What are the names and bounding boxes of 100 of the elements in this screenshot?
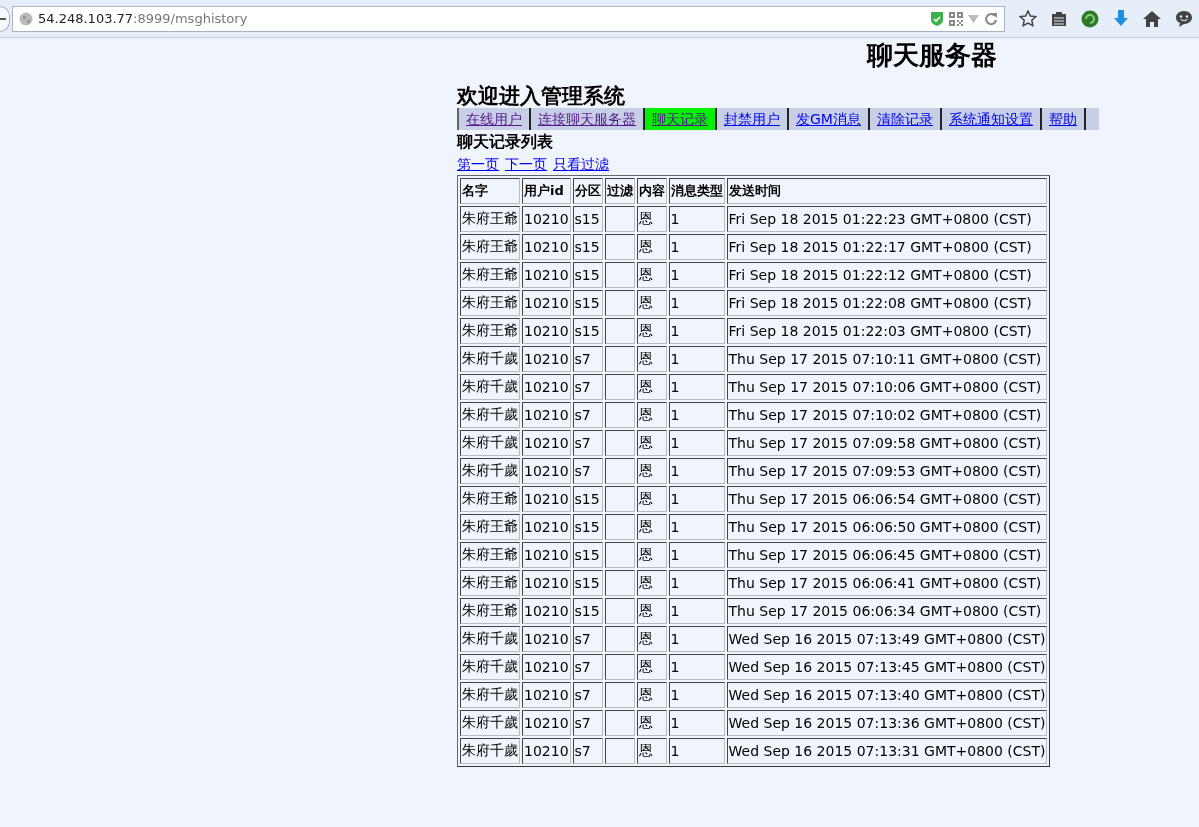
table-cell: 恩 (636, 374, 667, 400)
table-cell: 恩 (636, 626, 667, 652)
download-icon[interactable] (1113, 10, 1129, 27)
home-icon[interactable] (1143, 10, 1161, 27)
table-cell: 10210 (522, 206, 571, 232)
table-cell: 10210 (522, 430, 571, 456)
table-cell: 1 (668, 654, 725, 680)
nav-tab[interactable]: 发GM消息 (787, 108, 868, 130)
table-cell: 恩 (636, 458, 667, 484)
table-cell: Fri Sep 18 2015 01:22:23 GMT+0800 (CST) (726, 206, 1048, 232)
nav-tab[interactable]: 帮助 (1039, 108, 1084, 130)
table-cell: 恩 (636, 206, 667, 232)
table-cell: Fri Sep 18 2015 01:22:12 GMT+0800 (CST) (726, 262, 1048, 288)
table-cell: 恩 (636, 346, 667, 372)
table-cell: 朱府千歲 (460, 738, 520, 764)
table-cell: 1 (668, 318, 725, 344)
table-cell: s15 (572, 570, 603, 596)
table-cell: Thu Sep 17 2015 07:10:11 GMT+0800 (CST) (726, 346, 1048, 372)
table-cell: 朱府千歲 (460, 654, 520, 680)
table-cell: 朱府王爺 (460, 486, 520, 512)
table-cell: 朱府千歲 (460, 458, 520, 484)
nav-tab[interactable]: 封禁用户 (715, 108, 787, 130)
table-cell: 恩 (636, 738, 667, 764)
table-cell: 1 (668, 458, 725, 484)
table-cell: 1 (668, 626, 725, 652)
reading-list-icon[interactable] (1051, 10, 1067, 27)
table-cell: 朱府千歲 (460, 626, 520, 652)
table-cell: 朱府王爺 (460, 290, 520, 316)
globe-icon (19, 11, 33, 26)
table-cell: Wed Sep 16 2015 07:13:31 GMT+0800 (CST) (726, 738, 1048, 764)
nav-tab[interactable]: 在线用户 (457, 108, 529, 130)
table-cell: Wed Sep 16 2015 07:13:45 GMT+0800 (CST) (726, 654, 1048, 680)
table-cell: Thu Sep 17 2015 06:06:45 GMT+0800 (CST) (726, 542, 1048, 568)
nav-tab[interactable]: 清除记录 (867, 108, 940, 130)
table-cell: s15 (572, 318, 603, 344)
table-cell: s15 (572, 234, 603, 260)
table-cell: 朱府千歲 (460, 682, 520, 708)
table-cell: s7 (572, 682, 603, 708)
column-header: 用户id (522, 178, 571, 204)
table-cell: s7 (572, 738, 603, 764)
qr-code-icon[interactable] (949, 11, 963, 26)
pager-link[interactable]: 下一页 (505, 153, 547, 175)
table-cell: 10210 (522, 626, 571, 652)
table-cell: 10210 (522, 234, 571, 260)
table-cell: 1 (668, 430, 725, 456)
table-cell: 恩 (636, 682, 667, 708)
table-cell: 10210 (522, 514, 571, 540)
table-cell: 朱府王爺 (460, 598, 520, 624)
column-header: 过滤 (604, 178, 635, 204)
table-cell: 恩 (636, 654, 667, 680)
extension-icon[interactable] (1081, 9, 1099, 28)
reload-icon[interactable] (984, 11, 998, 26)
column-header: 消息类型 (668, 178, 725, 204)
table-cell: Thu Sep 17 2015 07:09:53 GMT+0800 (CST) (726, 458, 1048, 484)
pager-link[interactable]: 第一页 (457, 153, 499, 175)
pager-link[interactable]: 只看过滤 (553, 153, 609, 175)
table-cell: s15 (572, 514, 603, 540)
chat-icon[interactable] (1175, 10, 1193, 27)
table-cell: Thu Sep 17 2015 06:06:41 GMT+0800 (CST) (726, 570, 1048, 596)
table-cell: 朱府千歲 (460, 374, 520, 400)
table-cell: Fri Sep 18 2015 01:22:17 GMT+0800 (CST) (726, 234, 1048, 260)
table-cell: Thu Sep 17 2015 07:10:02 GMT+0800 (CST) (726, 402, 1048, 428)
table-cell: 10210 (522, 318, 571, 344)
table-cell: 1 (668, 290, 725, 316)
table-cell: 恩 (636, 542, 667, 568)
table-cell: 1 (668, 346, 725, 372)
table-cell: 10210 (522, 682, 571, 708)
table-cell: Thu Sep 17 2015 06:06:34 GMT+0800 (CST) (726, 598, 1048, 624)
table-cell: 1 (668, 598, 725, 624)
table-cell: 10210 (522, 486, 571, 512)
section-title: 聊天记录列表 (457, 131, 553, 153)
table-cell: 恩 (636, 430, 667, 456)
column-header: 内容 (636, 178, 667, 204)
table-cell: 1 (668, 262, 725, 288)
table-cell: 朱府王爺 (460, 206, 520, 232)
shield-icon[interactable] (930, 10, 944, 27)
table-cell: 1 (668, 682, 725, 708)
table-cell: 朱府王爺 (460, 234, 520, 260)
table-cell: s15 (572, 206, 603, 232)
star-icon[interactable] (1019, 10, 1037, 27)
table-cell: 10210 (522, 542, 571, 568)
column-header: 分区 (572, 178, 603, 204)
table-cell: 10210 (522, 374, 571, 400)
table-cell: Thu Sep 17 2015 06:06:54 GMT+0800 (CST) (726, 486, 1048, 512)
table-cell: 1 (668, 374, 725, 400)
page-title: 聊天服务器 (867, 40, 997, 70)
table-cell: s7 (572, 402, 603, 428)
table-cell: 朱府千歲 (460, 430, 520, 456)
table-cell: Fri Sep 18 2015 01:22:03 GMT+0800 (CST) (726, 318, 1048, 344)
table-cell: s15 (572, 542, 603, 568)
nav-tab[interactable]: 系统通知设置 (939, 108, 1040, 130)
table-cell: s15 (572, 262, 603, 288)
nav-tab[interactable]: 聊天记录 (643, 108, 715, 130)
table-cell: 朱府王爺 (460, 318, 520, 344)
table-cell: 1 (668, 542, 725, 568)
table-cell: 1 (668, 514, 725, 540)
table-cell: Thu Sep 17 2015 06:06:50 GMT+0800 (CST) (726, 514, 1048, 540)
table-cell: s7 (572, 626, 603, 652)
back-icon[interactable] (0, 16, 6, 21)
table-cell: s15 (572, 290, 603, 316)
